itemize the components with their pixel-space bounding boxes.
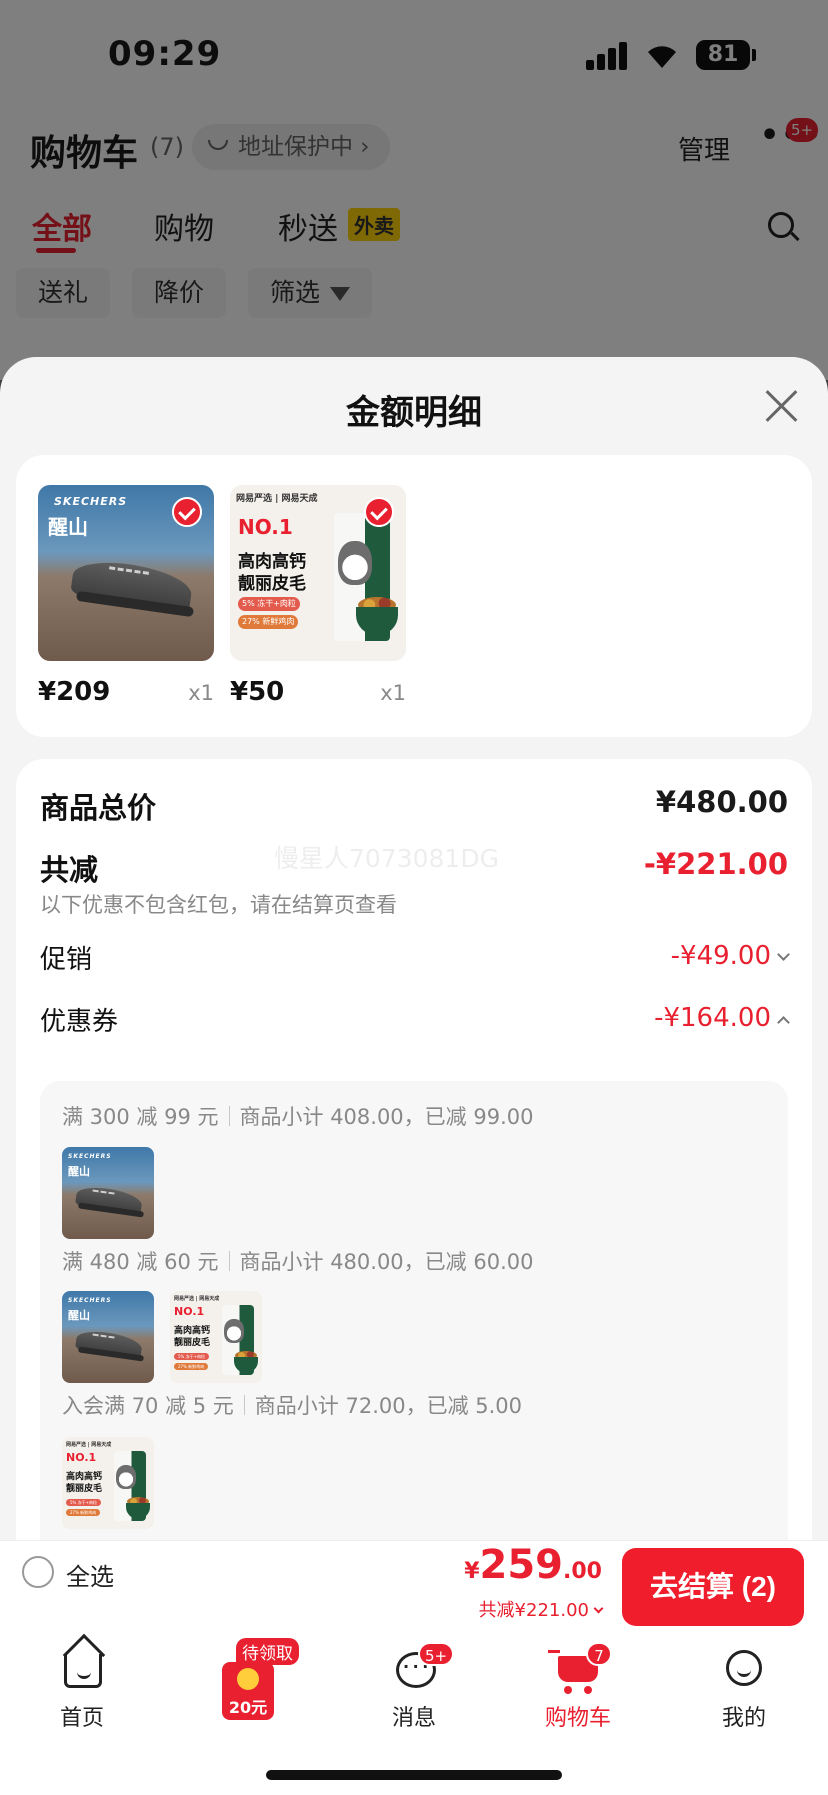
total-value: ¥480.00 <box>655 785 788 819</box>
discount-value: -¥221.00 <box>643 847 788 881</box>
product-qty: x1 <box>188 681 214 705</box>
close-icon[interactable] <box>764 389 798 423</box>
tab-home[interactable]: 首页 <box>22 1642 142 1732</box>
tab-cart[interactable]: 7 购物车 <box>518 1642 638 1732</box>
coupon-product-thumb: 网易严选 | 网易天成 NO.1 高肉高钙 靓丽皮毛 5% 冻干+肉粒 27% … <box>62 1437 154 1529</box>
checkout-button[interactable]: 去结算 (2) <box>622 1548 804 1626</box>
product-item[interactable]: SKECHERS 醒山 ¥209 x1 <box>38 485 214 707</box>
coupon-product-thumb: 网易严选 | 网易天成 NO.1 高肉高钙 靓丽皮毛 5% 冻干+肉粒 27% … <box>170 1291 262 1383</box>
coupon-row[interactable]: -¥164.00 <box>654 1003 790 1033</box>
total-label: 商品总价 <box>40 791 157 825</box>
chevron-down-icon <box>777 948 790 961</box>
coupon-product-thumb: SKECHERS 醒山 <box>62 1291 154 1383</box>
tab-me[interactable]: 我的 <box>684 1642 804 1732</box>
checkout-total: ¥259.00 <box>464 1542 602 1588</box>
messages-badge: 5+ <box>418 1642 455 1666</box>
coupon-line: 满 300 减 99 元商品小计 408.00，已减 99.00 <box>62 1105 534 1129</box>
check-icon <box>172 497 202 527</box>
home-indicator <box>266 1770 562 1780</box>
product-price: ¥50 <box>230 677 285 707</box>
chevron-up-icon <box>777 1016 790 1029</box>
promo-row[interactable]: -¥49.00 <box>670 941 790 971</box>
sheet-title: 金额明细 <box>346 393 482 433</box>
coupon-product-thumb: SKECHERS 醒山 <box>62 1147 154 1239</box>
coupon-value: -¥164.00 <box>654 1003 771 1033</box>
red-packet-amount: 20元 <box>228 1698 268 1717</box>
product-image-shoe: SKECHERS 醒山 <box>38 485 214 661</box>
product-item[interactable]: 网易严选 | 网易天成 NO.1 高肉高钙 靓丽皮毛 5% 冻干+肉粒 27% … <box>230 485 406 707</box>
cart-badge: 7 <box>586 1642 612 1666</box>
watermark: 慢星人7073081DG <box>274 844 499 873</box>
coupon-details: 满 300 减 99 元商品小计 408.00，已减 99.00 SKECHER… <box>40 1081 788 1561</box>
product-price: ¥209 <box>38 677 111 707</box>
home-icon <box>64 1654 102 1688</box>
product-image-dogfood: 网易严选 | 网易天成 NO.1 高肉高钙 靓丽皮毛 5% 冻干+肉粒 27% … <box>230 485 406 661</box>
check-icon <box>364 497 394 527</box>
red-packet-tag: 待领取 <box>236 1638 299 1665</box>
promo-value: -¥49.00 <box>670 941 771 971</box>
coupon-line: 满 480 减 60 元商品小计 480.00，已减 60.00 <box>62 1250 534 1274</box>
discount-note: 以下优惠不包含红包，请在结算页查看 <box>40 893 397 917</box>
select-all-radio[interactable] <box>22 1556 54 1588</box>
select-all-label[interactable]: 全选 <box>66 1557 114 1592</box>
saved-amount[interactable]: 共减¥221.00 <box>479 1596 604 1622</box>
coin-icon <box>237 1668 259 1690</box>
tab-messages[interactable]: 5+ 消息 <box>354 1642 474 1732</box>
discount-label: 共减 <box>40 853 99 887</box>
product-qty: x1 <box>380 681 406 705</box>
products-card: SKECHERS 醒山 ¥209 x1 网易严选 | 网易天成 NO.1 高肉高… <box>16 455 812 737</box>
user-icon <box>726 1650 762 1686</box>
coupon-label: 优惠券 <box>40 1007 119 1037</box>
coupon-line: 入会满 70 减 5 元商品小计 72.00，已减 5.00 <box>62 1394 523 1418</box>
promo-label: 促销 <box>40 945 93 975</box>
chevron-down-icon <box>593 1603 604 1614</box>
